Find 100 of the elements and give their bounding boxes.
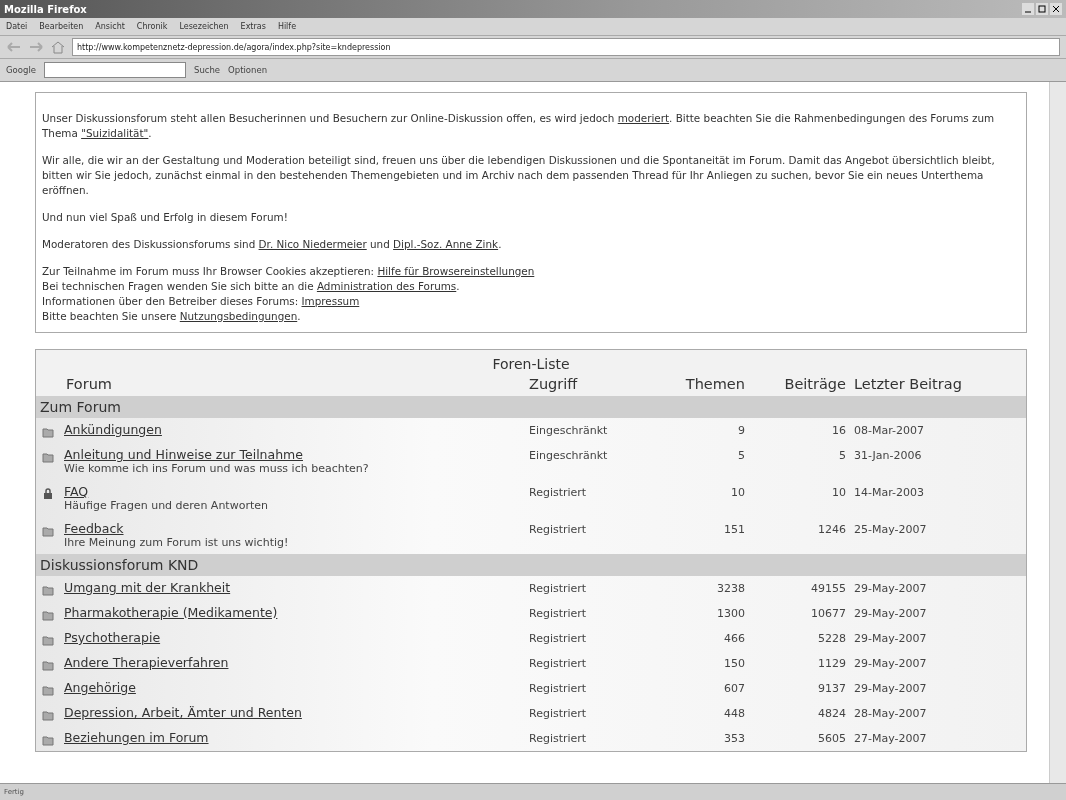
topics-cell-text: 151 (723, 522, 746, 536)
posts-cell-text: 5228 (817, 631, 847, 645)
address-field[interactable]: http://www.kompetenznetz-depression.de/agora/index.php?site=kndepression (72, 38, 1060, 56)
forum-link[interactable]: Anleitung und Hinweise zur Teilnahme (64, 447, 525, 462)
menu-item[interactable]: Bearbeiten (39, 22, 84, 31)
topics-cell-text: 607 (723, 681, 746, 695)
forum-link[interactable]: Andere Therapieverfahren (64, 655, 525, 670)
maximize-icon (1038, 5, 1046, 13)
last-post-cell-text: 29-May-2007 (853, 681, 928, 695)
topics-cell-text: 9 (737, 423, 746, 437)
last-post-cell-text: 25-May-2007 (853, 522, 928, 536)
forum-link[interactable]: Ankündigungen (64, 422, 525, 437)
window-title: Mozilla Firefox (4, 3, 87, 15)
access-cell-text: Registriert (528, 706, 588, 720)
options-button[interactable]: Optionen (228, 65, 268, 75)
access-cell-text: Registriert (528, 631, 588, 645)
access-cell-text: Registriert (528, 606, 588, 620)
menu-item[interactable]: Hilfe (277, 22, 297, 31)
section-header: Zum Forum (36, 396, 1026, 418)
last-post-cell-text: 29-May-2007 (853, 606, 928, 620)
forum-description: Ihre Meinung zum Forum ist uns wichtig! (64, 536, 290, 549)
home-icon[interactable] (50, 40, 66, 54)
topics-cell-text: 466 (723, 631, 746, 645)
close-icon (1052, 5, 1060, 13)
access-cell-text: Registriert (528, 731, 588, 745)
posts-cell-text: 5605 (817, 731, 847, 745)
search-button[interactable]: Suche (194, 65, 221, 75)
posts-cell-text: 16 (831, 423, 847, 437)
posts-cell-text: 4824 (817, 706, 847, 720)
google-menu[interactable]: Google (6, 65, 36, 75)
topics-cell-text: 353 (723, 731, 746, 745)
last-post-cell-text: 08-Mar-2007 (853, 423, 925, 437)
forum-link[interactable]: FAQ (64, 484, 525, 499)
topics-cell-text: 1300 (716, 606, 746, 620)
posts-cell-text: 5 (838, 448, 847, 462)
intro-paragraph: Moderatoren des Diskussionsforums sind Dr. Nico Niedermeier und Dipl.-Soz. Anne Zink. (42, 237, 503, 252)
forum-link[interactable]: Umgang mit der Krankheit (64, 580, 525, 595)
access-cell-text: Registriert (528, 656, 588, 670)
intro-paragraph: Und nun viel Spaß und Erfolg in diesem Forum! (42, 210, 289, 225)
folder-icon (42, 734, 54, 746)
posts-cell-text: 1246 (817, 522, 847, 536)
text-link[interactable]: Hilfe für Browsereinstellungen (377, 265, 535, 277)
posts-cell-text: 9137 (817, 681, 847, 695)
info-line: Informationen über den Betreiber dieses Forums: Impressum (42, 294, 361, 309)
posts-cell-text: 49155 (810, 581, 847, 595)
column-header: Themen (684, 375, 746, 394)
forum-description: Wie komme ich ins Forum und was muss ich beachten? (64, 462, 370, 475)
posts-cell-text: 10 (831, 485, 847, 499)
topics-cell-text: 3238 (716, 581, 746, 595)
folder-icon (42, 709, 54, 721)
last-post-cell-text: 14-Mar-2003 (853, 485, 925, 499)
menu-item[interactable]: Extras (240, 22, 266, 31)
topics-cell-text: 448 (723, 706, 746, 720)
posts-cell-text: 1129 (817, 656, 847, 670)
intro-paragraph: Unser Diskussionsforum steht allen Besucherinnen und Besuchern zur Online-Diskussion offen, es wird jedoch moderiert. Bitte beachten Sie die Rahmenbedingungen des Forums zum Thema "Suizidalität". (42, 111, 996, 141)
folder-icon (42, 659, 54, 671)
folder-icon (42, 684, 54, 696)
menu-item[interactable]: Ansicht (95, 22, 125, 31)
column-header: Forum (65, 375, 113, 394)
topics-cell-text: 5 (737, 448, 746, 462)
folder-icon (42, 451, 54, 463)
access-cell-text: Registriert (528, 681, 588, 695)
last-post-cell-text: 27-May-2007 (853, 731, 928, 745)
text-link[interactable]: Dr. Nico Niedermeier (258, 238, 367, 250)
forum-link[interactable]: Psychotherapie (64, 630, 525, 645)
access-cell-text: Registriert (528, 522, 588, 536)
column-header: Zugriff (528, 375, 579, 394)
last-post-cell-text: 29-May-2007 (853, 656, 928, 670)
menu-item[interactable]: Lesezeichen (179, 22, 229, 31)
access-cell-text: Registriert (528, 581, 588, 595)
folder-icon (42, 525, 54, 537)
forum-link[interactable]: Beziehungen im Forum (64, 730, 525, 745)
column-header: Beiträge (783, 375, 847, 394)
scrollbar[interactable] (1049, 82, 1066, 783)
close-button[interactable] (1050, 3, 1062, 15)
last-post-cell-text: 29-May-2007 (853, 581, 928, 595)
menu-item[interactable]: Chronik (136, 22, 168, 31)
info-line: Bitte beachten Sie unsere Nutzungsbedingungen. (42, 309, 302, 324)
folder-icon (42, 609, 54, 621)
access-cell-text: Eingeschränkt (528, 423, 609, 437)
info-line: Bei technischen Fragen wenden Sie sich bitte an die Administration des Forums. (42, 279, 461, 294)
forum-description: Häufige Fragen und deren Antworten (64, 499, 269, 512)
text-link[interactable]: Impressum (301, 295, 360, 307)
folder-icon (42, 634, 54, 646)
maximize-button[interactable] (1036, 3, 1048, 15)
forum-link[interactable]: Angehörige (64, 680, 525, 695)
topics-cell-text: 150 (723, 656, 746, 670)
minimize-button[interactable] (1022, 3, 1034, 15)
last-post-cell-text: 28-May-2007 (853, 706, 928, 720)
text-link[interactable]: "Suizidalität" (81, 127, 149, 139)
folder-icon (42, 584, 54, 596)
info-line: Zur Teilnahme im Forum muss Ihr Browser Cookies akzeptieren: Hilfe für Browsereinstellungen (42, 264, 536, 279)
menu-item[interactable]: Datei (6, 22, 28, 31)
forum-link[interactable]: Pharmakotherapie (Medikamente) (64, 605, 525, 620)
forum-link[interactable]: Feedback (64, 521, 525, 536)
forum-link[interactable]: Depression, Arbeit, Ämter und Renten (64, 705, 525, 720)
posts-cell-text: 10677 (810, 606, 847, 620)
search-field[interactable] (44, 62, 186, 78)
intro-paragraph: Wir alle, die wir an der Gestaltung und Moderation beteiligt sind, freuen uns über die lebendigen Diskussionen und die Spontaneität im Forum. Damit das Angebot übersichtlich bleibt, bitten wir Sie jedoch, zunächst einmal in den bestehenden Themengebieten und im Archiv nach dem passenden Thread für Ihr Anliegen zu suchen, bevor Sie ein neues Unterthema eröffnen. (42, 153, 996, 198)
column-header: Letzter Beitrag (853, 375, 963, 394)
